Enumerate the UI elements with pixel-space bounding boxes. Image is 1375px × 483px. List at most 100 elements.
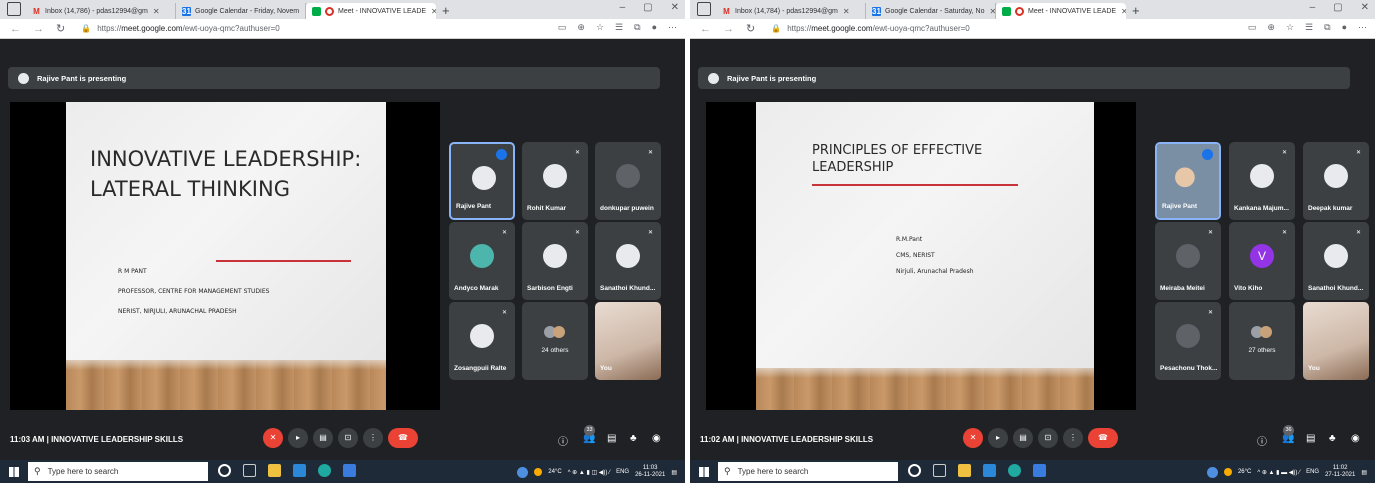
minimize-icon[interactable]: – (1310, 2, 1316, 13)
participant-tile[interactable]: ✕ Sanathoi Khund... (1303, 222, 1369, 300)
favorite-icon[interactable]: ☆ (596, 22, 604, 33)
participant-tile[interactable]: ✕ Pesachonu Thok... (1155, 302, 1221, 380)
maximize-icon[interactable]: ▢ (1333, 2, 1342, 13)
participant-tile[interactable]: ✕ Sarbison Engti (522, 222, 588, 300)
forward-icon[interactable]: → (33, 23, 44, 35)
close-icon[interactable]: ✕ (1121, 7, 1126, 16)
windows-start-icon[interactable] (699, 467, 709, 477)
favorites-list-icon[interactable]: ☰ (1305, 22, 1313, 33)
lock-icon[interactable]: 🔒 (771, 24, 781, 33)
mic-toggle-button[interactable]: ✕ (963, 428, 983, 448)
host-controls-icon[interactable]: ◉ (652, 433, 661, 444)
others-tile[interactable]: 24 others (522, 302, 588, 380)
participant-tile[interactable]: V ✕ Vito Kiho (1229, 222, 1295, 300)
tab-calendar[interactable]: 31 Google Calendar - Friday, Novem ✕ (176, 3, 306, 19)
taskbar-search-input[interactable]: ⚲ Type here to search (28, 462, 208, 481)
participant-tile[interactable]: Rajive Pant (1155, 142, 1221, 220)
participant-tile[interactable]: ✕ Sanathoi Khund... (595, 222, 661, 300)
file-explorer-icon[interactable] (268, 464, 281, 477)
participant-tile[interactable]: Rajive Pant (449, 142, 515, 220)
mail-icon[interactable] (1033, 464, 1046, 477)
profile-icon[interactable]: ● (652, 22, 657, 33)
new-tab-icon[interactable]: + (1132, 3, 1140, 18)
notifications-icon[interactable]: ▤ (671, 469, 677, 476)
participant-tile[interactable]: ✕ Rohit Kumar (522, 142, 588, 220)
file-explorer-icon[interactable] (958, 464, 971, 477)
collections-icon[interactable]: ⧉ (1324, 22, 1330, 33)
close-icon[interactable]: ✕ (153, 7, 160, 16)
chat-icon[interactable]: ▤ (607, 433, 616, 444)
tab-gmail[interactable]: M Inbox (14,784) - pdas12994@gm ✕ (716, 3, 866, 19)
language-indicator[interactable]: ENG (1306, 469, 1319, 475)
store-icon[interactable] (983, 464, 996, 477)
help-icon[interactable] (1206, 466, 1218, 478)
leave-call-button[interactable]: ☎ (388, 428, 418, 448)
meeting-info-icon[interactable]: ⓘ (1257, 433, 1267, 448)
more-options-button[interactable]: ⋮ (1063, 428, 1083, 448)
leave-call-button[interactable]: ☎ (1088, 428, 1118, 448)
help-icon[interactable] (517, 466, 529, 478)
people-icon[interactable]: 36 👥 (1282, 425, 1294, 444)
participant-tile[interactable]: ✕ Zosangpuii Ralte (449, 302, 515, 380)
captions-button[interactable]: ▤ (1013, 428, 1033, 448)
close-icon[interactable]: ✕ (431, 7, 436, 16)
taskbar-clock[interactable]: 11:02 27-11-2021 (1325, 465, 1355, 479)
forward-icon[interactable]: → (723, 23, 734, 35)
tab-gmail[interactable]: M Inbox (14,786) - pdas12994@gm ✕ (26, 3, 176, 19)
maximize-icon[interactable]: ▢ (643, 2, 652, 13)
camera-icon[interactable]: ▭ (558, 22, 567, 33)
task-view-icon[interactable] (243, 464, 256, 477)
taskbar-clock[interactable]: 11:03 26-11-2021 (635, 465, 665, 479)
participant-tile[interactable]: ✕ Andyco Marak (449, 222, 515, 300)
back-icon[interactable]: ← (700, 23, 711, 35)
tab-actions-icon[interactable] (7, 2, 21, 16)
participant-tile[interactable]: ✕ donkupar puwein (595, 142, 661, 220)
url-field[interactable]: https://meet.google.com/ewt-uoya-qmc?aut… (97, 24, 280, 33)
camera-icon[interactable]: ▭ (1248, 22, 1257, 33)
favorites-list-icon[interactable]: ☰ (615, 22, 623, 33)
cortana-icon[interactable] (218, 464, 231, 477)
zoom-icon[interactable]: ⊕ (1267, 22, 1275, 33)
task-view-icon[interactable] (933, 464, 946, 477)
minimize-icon[interactable]: – (620, 2, 626, 13)
captions-button[interactable]: ▤ (313, 428, 333, 448)
new-tab-icon[interactable]: + (442, 3, 450, 18)
close-window-icon[interactable]: ✕ (671, 2, 679, 13)
camera-toggle-button[interactable]: ▸ (988, 428, 1008, 448)
notifications-icon[interactable]: ▤ (1361, 469, 1367, 476)
tab-meet[interactable]: Meet - INNOVATIVE LEADE ✕ (306, 3, 436, 19)
edge-icon[interactable] (318, 464, 331, 477)
close-icon[interactable]: ✕ (843, 7, 850, 16)
more-icon[interactable]: ⋯ (1358, 22, 1367, 33)
lock-icon[interactable]: 🔒 (81, 24, 91, 33)
participant-tile[interactable]: ✕ Kankana Majum... (1229, 142, 1295, 220)
meeting-info-icon[interactable]: ⓘ (558, 433, 568, 448)
store-icon[interactable] (293, 464, 306, 477)
tab-actions-icon[interactable] (697, 2, 711, 16)
self-tile[interactable]: You (595, 302, 661, 380)
people-icon[interactable]: 33 👥 (583, 425, 595, 444)
participant-tile[interactable]: ✕ Meiraba Meitei (1155, 222, 1221, 300)
host-controls-icon[interactable]: ◉ (1351, 433, 1360, 444)
profile-icon[interactable]: ● (1342, 22, 1347, 33)
windows-start-icon[interactable] (9, 467, 19, 477)
refresh-icon[interactable]: ↻ (746, 22, 755, 35)
more-options-button[interactable]: ⋮ (363, 428, 383, 448)
cortana-icon[interactable] (908, 464, 921, 477)
url-field[interactable]: https://meet.google.com/ewt-uoya-qmc?aut… (787, 24, 970, 33)
mail-icon[interactable] (343, 464, 356, 477)
activities-icon[interactable]: ♣ (630, 433, 637, 444)
tray-icons[interactable]: ^ ⊕ ▲ ▮ ◫ ◀)) ⁄ (568, 469, 610, 476)
language-indicator[interactable]: ENG (616, 469, 629, 475)
camera-toggle-button[interactable]: ▸ (288, 428, 308, 448)
self-tile[interactable]: You (1303, 302, 1369, 380)
tray-icons[interactable]: ^ ⊕ ▲ ▮ ▬ ◀)) ⁄ (1257, 469, 1300, 476)
more-icon[interactable]: ⋯ (668, 22, 677, 33)
favorite-icon[interactable]: ☆ (1286, 22, 1294, 33)
edge-icon[interactable] (1008, 464, 1021, 477)
participant-tile[interactable]: ✕ Deepak kumar (1303, 142, 1369, 220)
present-button[interactable]: ⊡ (338, 428, 358, 448)
others-tile[interactable]: 27 others (1229, 302, 1295, 380)
activities-icon[interactable]: ♣ (1329, 433, 1336, 444)
tab-meet[interactable]: Meet - INNOVATIVE LEADE ✕ (996, 3, 1126, 19)
